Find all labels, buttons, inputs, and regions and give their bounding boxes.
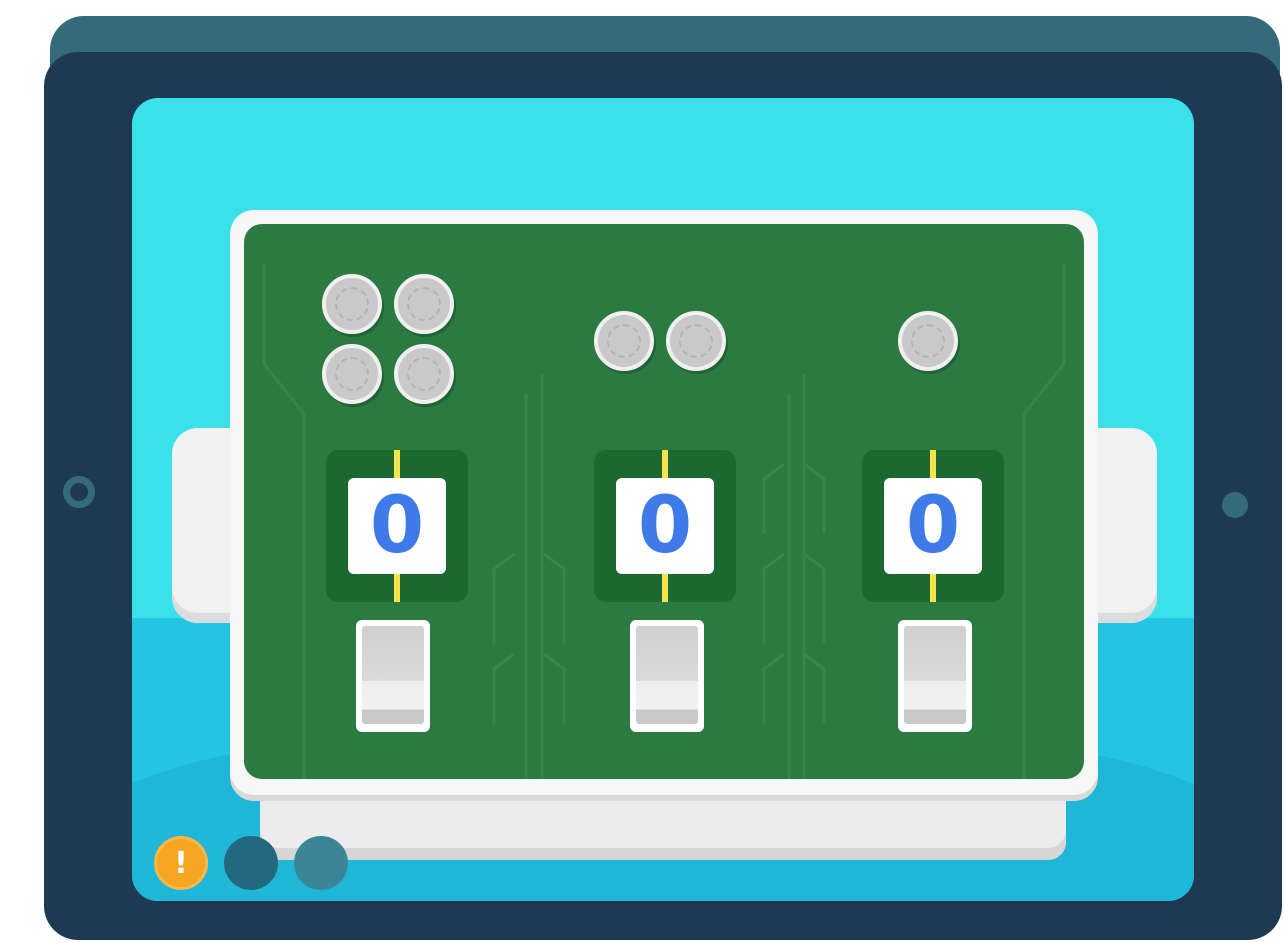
- coin-group: [804, 264, 1084, 404]
- machine-base: [260, 788, 1066, 860]
- coin-icon: [898, 311, 958, 371]
- progress-step-current[interactable]: !: [154, 836, 208, 890]
- alert-icon: !: [174, 845, 188, 881]
- circuit-board: 0 0 0: [244, 224, 1084, 779]
- binary-machine: 0 0 0: [230, 210, 1098, 795]
- bit-column-2: 0: [524, 224, 804, 779]
- counter-display: 0: [884, 478, 982, 574]
- switch-rocker[interactable]: [904, 626, 966, 724]
- camera-dot-icon: [1222, 492, 1248, 518]
- toggle-switch[interactable]: [898, 620, 972, 732]
- progress-step-2[interactable]: [224, 836, 278, 890]
- bit-column-4: 0: [244, 224, 524, 779]
- coin-group: [244, 264, 524, 404]
- toggle-switch[interactable]: [630, 620, 704, 732]
- switch-rocker[interactable]: [362, 626, 424, 724]
- switch-rocker[interactable]: [636, 626, 698, 724]
- bit-column-1: 0: [804, 224, 1084, 779]
- counter-display: 0: [616, 478, 714, 574]
- counter-value: 0: [637, 481, 693, 571]
- counter-well: 0: [862, 450, 1004, 602]
- coin-icon: [394, 274, 454, 334]
- coin-group: [524, 264, 804, 404]
- progress-step-3[interactable]: [294, 836, 348, 890]
- coin-icon: [594, 311, 654, 371]
- coin-icon: [322, 344, 382, 404]
- game-screen: 0 0 0 !: [132, 98, 1194, 901]
- coin-icon: [666, 311, 726, 371]
- toggle-switch[interactable]: [356, 620, 430, 732]
- home-button-icon[interactable]: [63, 476, 95, 508]
- counter-value: 0: [369, 481, 425, 571]
- coin-icon: [322, 274, 382, 334]
- counter-well: 0: [326, 450, 468, 602]
- counter-display: 0: [348, 478, 446, 574]
- counter-value: 0: [905, 481, 961, 571]
- counter-well: 0: [594, 450, 736, 602]
- coin-icon: [394, 344, 454, 404]
